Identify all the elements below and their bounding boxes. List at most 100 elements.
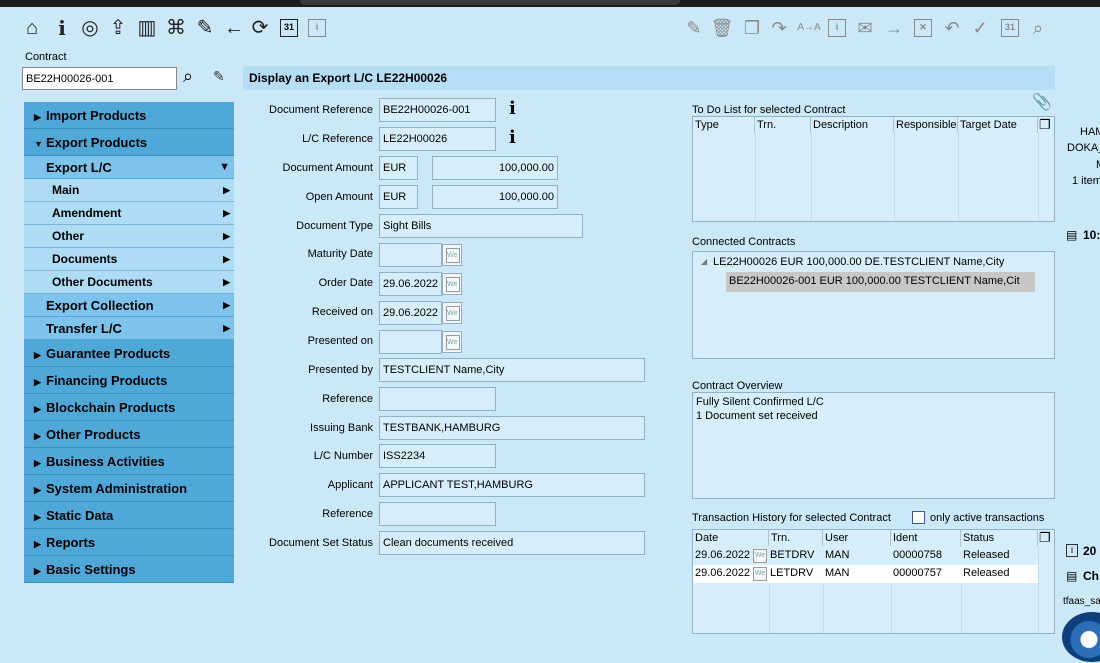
nav-import-products[interactable]: ▶ Import Products: [24, 102, 234, 129]
search-icon[interactable]: ⌕: [1026, 17, 1050, 39]
history-col-trn[interactable]: Trn.: [769, 530, 823, 546]
maturity-date-label: Maturity Date: [307, 248, 373, 260]
nav-export-lc[interactable]: Export L/C ▼: [24, 156, 234, 179]
order-date-field[interactable]: 29.06.2022: [379, 272, 442, 296]
todo-col-description[interactable]: Description: [811, 117, 894, 133]
nav-basic-settings[interactable]: ▶ Basic Settings: [24, 556, 234, 583]
nav-guarantee-products[interactable]: ▶ Guarantee Products: [24, 340, 234, 367]
routing-icon[interactable]: ⇪: [106, 17, 130, 39]
document-amount-currency[interactable]: EUR: [379, 156, 418, 180]
nav-other-products[interactable]: ▶ Other Products: [24, 421, 234, 448]
refresh-icon[interactable]: ⟳: [248, 17, 272, 39]
trash-icon[interactable]: 🗑: [710, 17, 734, 39]
history-col-date[interactable]: Date: [693, 530, 769, 546]
document-icon[interactable]: ▤: [1066, 228, 1077, 242]
nav-blockchain-products[interactable]: ▶ Blockchain Products: [24, 394, 234, 421]
nav-transfer-lc[interactable]: Transfer L/C ▶: [24, 317, 234, 340]
only-active-checkbox[interactable]: [912, 511, 925, 524]
check-icon[interactable]: ✓: [968, 17, 992, 39]
calendar-icon[interactable]: [442, 302, 462, 324]
received-on-field[interactable]: 29.06.2022: [379, 301, 442, 325]
nav-static-data[interactable]: ▶ Static Data: [24, 502, 234, 529]
contract-input[interactable]: BE22H00026-001: [22, 67, 177, 90]
copy-doc-icon[interactable]: ❐: [740, 17, 764, 39]
lc-number-field[interactable]: ISS2234: [379, 444, 496, 468]
arrow-right-icon[interactable]: →: [882, 17, 906, 39]
calendar-icon[interactable]: [442, 244, 462, 266]
col-separator: [823, 583, 824, 633]
edit-disabled-icon[interactable]: ✎: [682, 17, 706, 39]
lc-reference-field[interactable]: LE22H00026: [379, 127, 496, 151]
copy-icon[interactable]: ❐: [1039, 117, 1051, 133]
cancel-box-icon[interactable]: ✕: [914, 19, 932, 37]
edit-icon[interactable]: ✎: [193, 17, 217, 39]
table-row[interactable]: 29.06.2022 We BETDRV MAN 00000758 Releas…: [693, 547, 1038, 565]
info-box-icon[interactable]: i: [308, 19, 326, 37]
paperclip-icon[interactable]: 📎: [1032, 92, 1052, 112]
book-icon[interactable]: ▥: [135, 17, 159, 39]
edit-doc-icon[interactable]: ✎: [213, 68, 225, 85]
target-icon[interactable]: ◎: [78, 17, 102, 39]
document-type-field[interactable]: Sight Bills: [379, 214, 583, 238]
info-icon[interactable]: i: [50, 17, 74, 39]
info-box-icon-right[interactable]: i: [828, 19, 846, 37]
history-col-user[interactable]: User: [823, 530, 891, 546]
search-icon[interactable]: ⌕: [183, 66, 193, 87]
table-row[interactable]: 29.06.2022 We LETDRV MAN 00000757 Releas…: [693, 565, 1038, 583]
nav-export-products[interactable]: ▼ Export Products: [24, 129, 234, 156]
nav-amendment[interactable]: Amendment ▶: [24, 202, 234, 225]
nav-export-collection[interactable]: Export Collection ▶: [24, 294, 234, 317]
applicant-field[interactable]: APPLICANT TEST,HAMBURG: [379, 473, 645, 497]
nav-main[interactable]: Main ▶: [24, 179, 234, 202]
calendar-icon[interactable]: [442, 273, 462, 295]
forward-icon[interactable]: ↷: [767, 17, 791, 39]
document-amount-field[interactable]: 100,000.00: [432, 156, 558, 180]
undo-icon[interactable]: ↶: [940, 17, 964, 39]
back-arrow-icon[interactable]: ←: [222, 17, 246, 39]
todo-col-target-date[interactable]: Target Date: [958, 117, 1038, 133]
history-col-ident[interactable]: Ident: [891, 530, 961, 546]
network-icon[interactable]: ⌘: [164, 17, 188, 39]
todo-col-type[interactable]: Type: [693, 117, 755, 133]
info-icon[interactable]: i: [509, 127, 516, 148]
open-amount-currency[interactable]: EUR: [379, 185, 418, 209]
presented-by-field[interactable]: TESTCLIENT Name,City: [379, 358, 645, 382]
mail-icon[interactable]: ✉: [853, 17, 877, 39]
document-set-status-field[interactable]: Clean documents received: [379, 531, 645, 555]
nav-system-administration[interactable]: ▶ System Administration: [24, 475, 234, 502]
col-separator: [755, 133, 756, 221]
document-icon[interactable]: ▤: [1066, 569, 1077, 583]
tree-expand-icon[interactable]: ◢: [701, 257, 707, 266]
calendar-icon[interactable]: [442, 331, 462, 353]
reference-field[interactable]: [379, 387, 496, 411]
nav-financing-products[interactable]: ▶ Financing Products: [24, 367, 234, 394]
side-text: 10:: [1083, 228, 1100, 242]
todo-col-responsible[interactable]: Responsible: [894, 117, 958, 133]
side-text: 1 item: [1072, 175, 1100, 187]
tree-parent[interactable]: LE22H00026 EUR 100,000.00 DE.TESTCLIENT …: [713, 254, 1004, 271]
calendar-icon-right[interactable]: 31: [1001, 19, 1019, 37]
triangle-down-icon: ▼: [34, 139, 43, 149]
info-box-icon[interactable]: i: [1066, 544, 1078, 557]
nav-other-documents[interactable]: Other Documents ▶: [24, 271, 234, 294]
info-icon[interactable]: i: [509, 98, 516, 119]
presented-on-field[interactable]: [379, 330, 442, 354]
swap-icon[interactable]: A→A: [797, 17, 821, 39]
col-separator: [961, 583, 962, 633]
todo-col-trn[interactable]: Trn.: [755, 117, 811, 133]
calendar-icon[interactable]: 31: [280, 19, 298, 37]
nav-reports[interactable]: ▶ Reports: [24, 529, 234, 556]
tree-child[interactable]: BE22H00026-001 EUR 100,000.00 TESTCLIENT…: [729, 273, 1020, 290]
nav-other[interactable]: Other ▶: [24, 225, 234, 248]
nav-business-activities[interactable]: ▶ Business Activities: [24, 448, 234, 475]
home-icon[interactable]: ⌂: [20, 17, 44, 39]
reference-field-2[interactable]: [379, 502, 496, 526]
document-reference-field[interactable]: BE22H00026-001: [379, 98, 496, 122]
copy-icon[interactable]: ❐: [1039, 530, 1051, 546]
open-amount-field[interactable]: 100,000.00: [432, 185, 558, 209]
history-col-status[interactable]: Status: [961, 530, 1038, 546]
maturity-date-field[interactable]: [379, 243, 442, 267]
history-date: 29.06.2022: [695, 567, 751, 579]
nav-documents[interactable]: Documents ▶: [24, 248, 234, 271]
issuing-bank-field[interactable]: TESTBANK,HAMBURG: [379, 416, 645, 440]
